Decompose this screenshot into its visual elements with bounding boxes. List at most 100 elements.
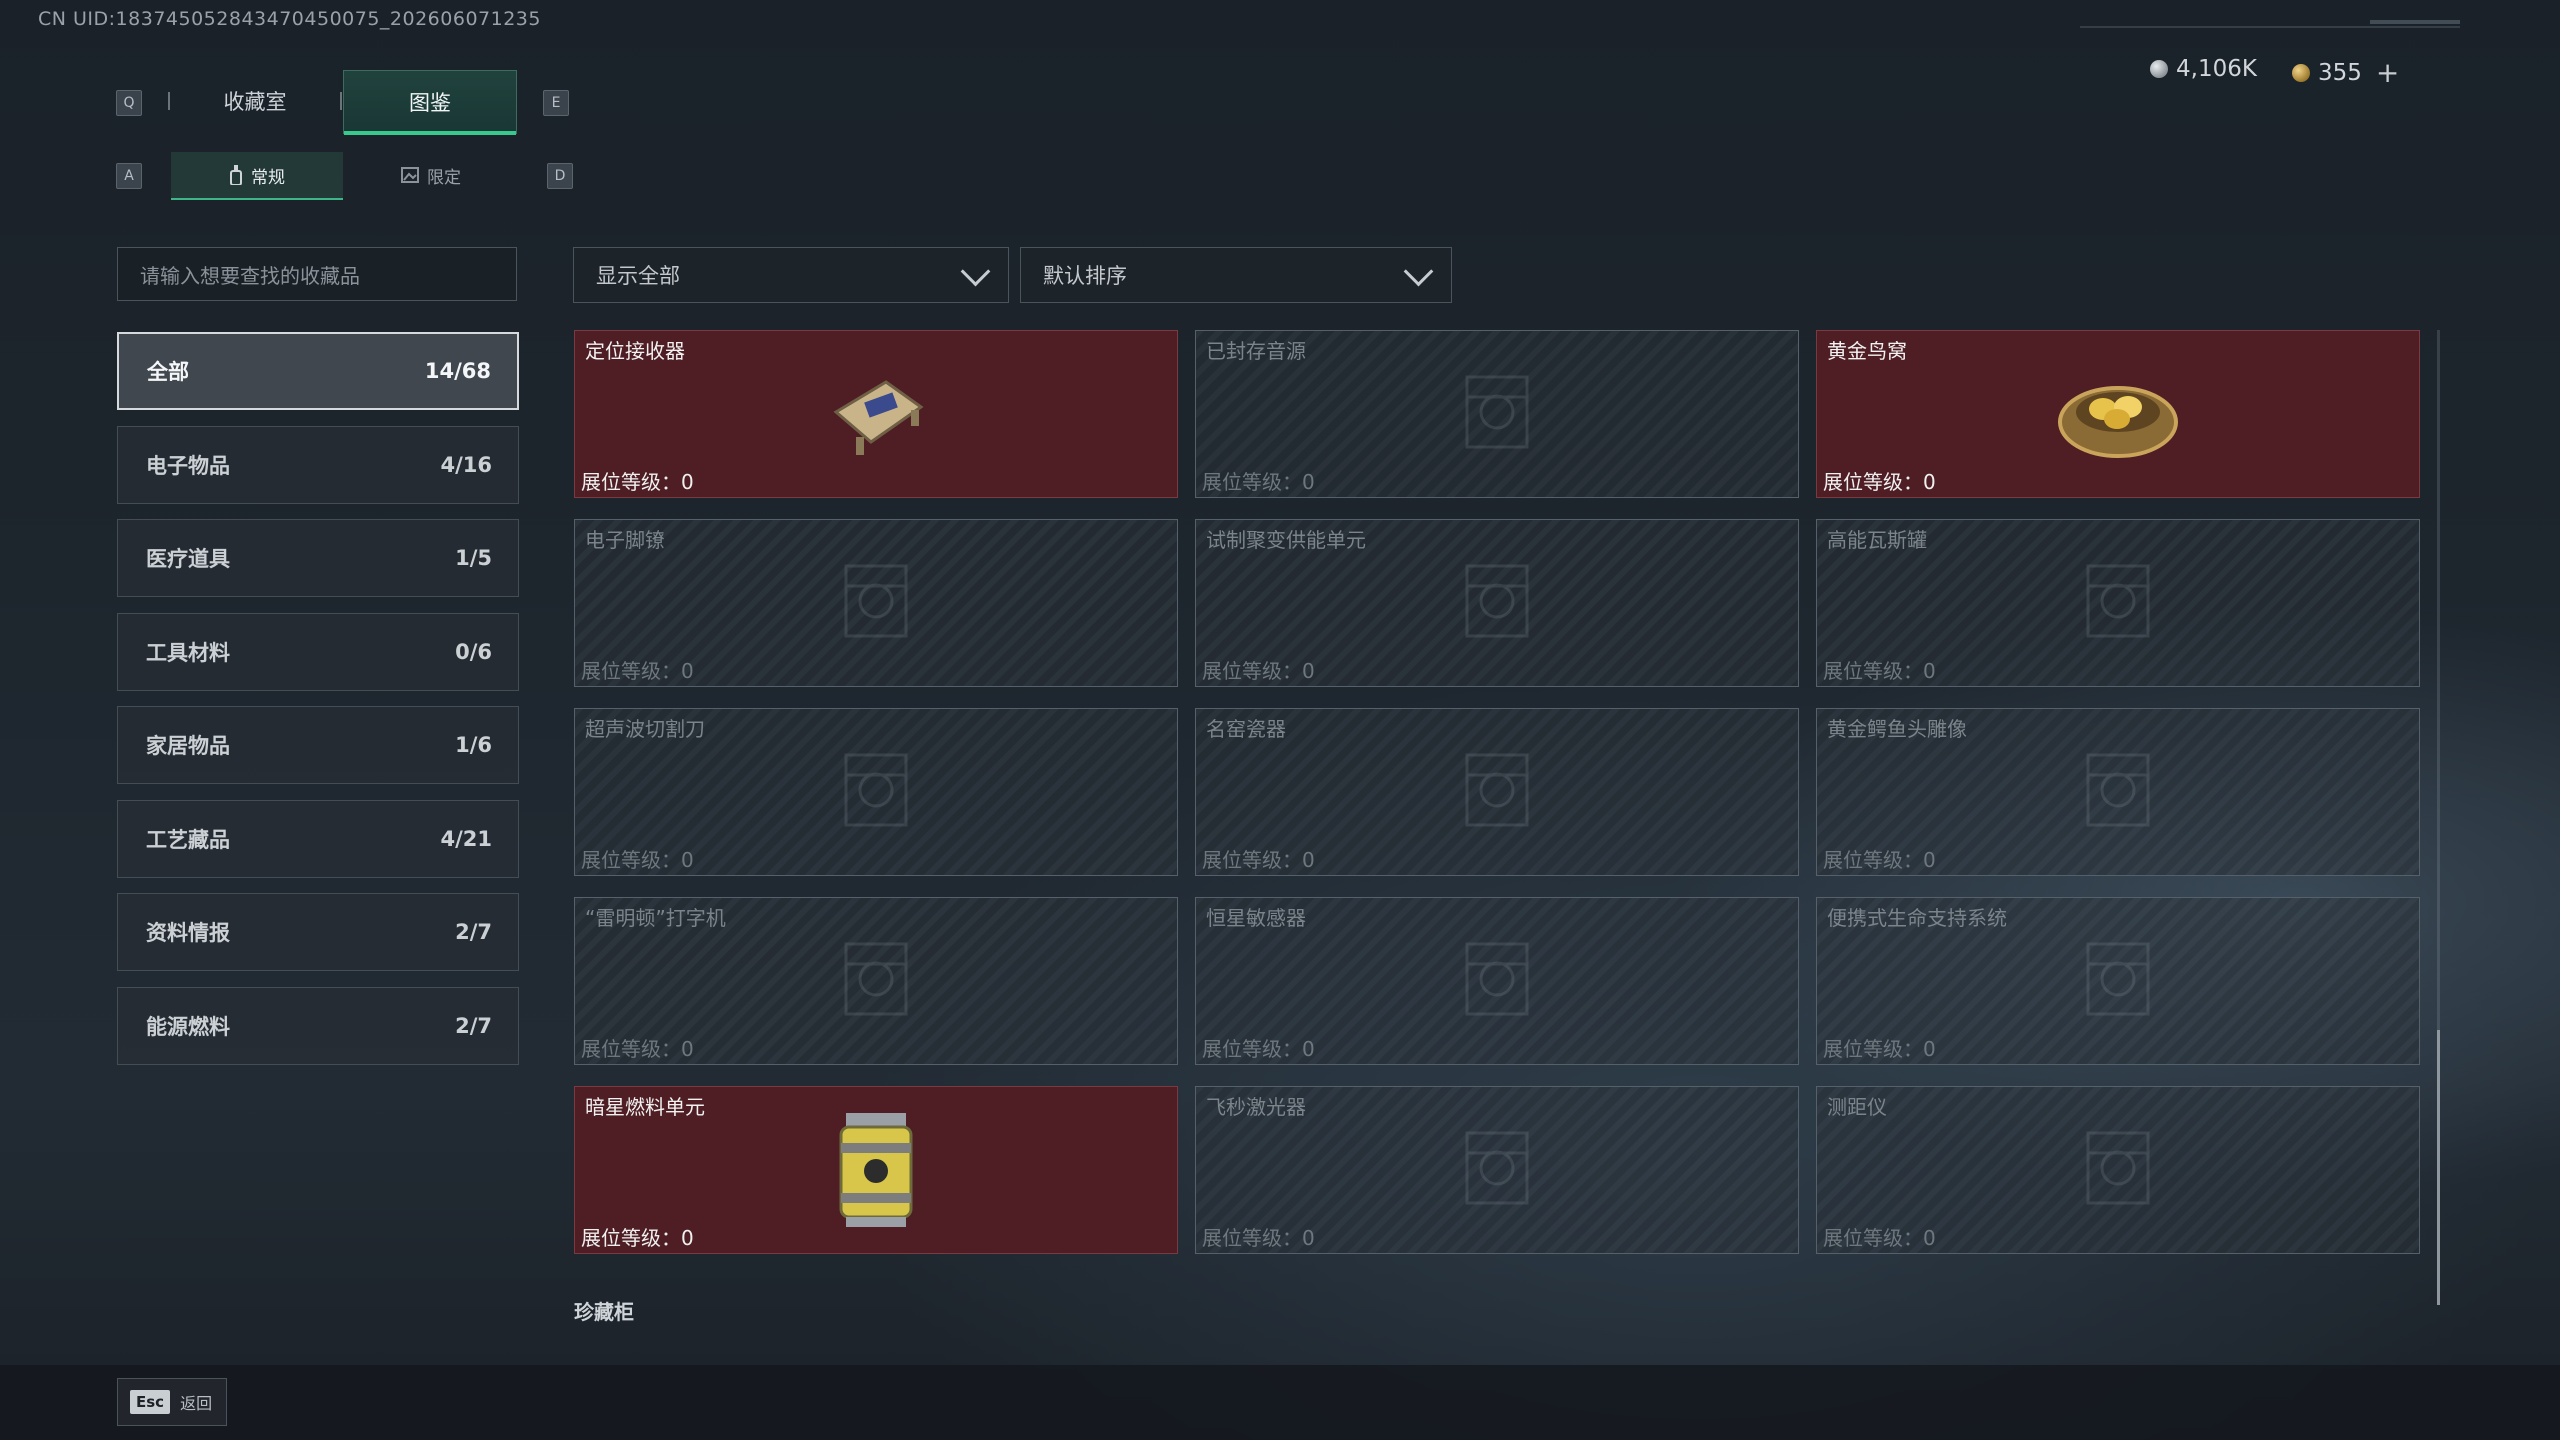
card-level: 展位等级：0 (1823, 659, 1936, 683)
card-name: 恒星敏感器 (1206, 906, 1306, 930)
category-count: 4/16 (440, 452, 492, 477)
subtab-regular-label: 常规 (251, 167, 285, 188)
category-label: 工艺藏品 (146, 827, 230, 852)
star-sensor-icon (1442, 924, 1552, 1038)
bottom-bar (0, 1365, 2560, 1440)
category-label: 工具材料 (146, 640, 230, 665)
crocodile-statue-icon (2063, 735, 2173, 849)
next-section-label: 珍藏柜 (574, 1300, 634, 1324)
collection-card[interactable]: 飞秒激光器 展位等级：0 (1195, 1086, 1799, 1254)
subtab-regular[interactable]: 常规 (171, 152, 343, 200)
search-input[interactable]: 请输入想要查找的收藏品 (117, 247, 517, 301)
fuel-cell-icon (831, 1103, 921, 1237)
card-name: 黄金鸟窝 (1827, 339, 1907, 363)
silver-amount: 4,106K (2176, 56, 2257, 82)
card-level: 展位等级：0 (1202, 848, 1315, 872)
card-level: 展位等级：0 (1202, 1037, 1315, 1061)
esc-key-hint: Esc (130, 1390, 171, 1414)
category-item[interactable]: 工艺藏品 4/21 (117, 799, 519, 878)
category-count: 2/7 (455, 1013, 492, 1038)
collection-card[interactable]: 黄金鸟窝展位等级：0 (1816, 330, 2420, 498)
collection-card[interactable]: 测距仪 展位等级：0 (1816, 1086, 2420, 1254)
category-count: 0/6 (455, 639, 492, 664)
life-support-icon (2063, 924, 2173, 1038)
collection-card[interactable]: 暗星燃料单元 展位等级：0 (574, 1086, 1178, 1254)
gas-canister-icon (2063, 546, 2173, 660)
show-filter-dropdown[interactable]: 显示全部 (573, 247, 1009, 303)
category-count: 14/68 (424, 359, 491, 383)
add-currency-icon[interactable]: + (2376, 56, 2399, 89)
key-hint-q: Q (116, 90, 142, 116)
subtab-limited-label: 限定 (427, 167, 461, 188)
collection-card[interactable]: 恒星敏感器展位等级：0 (1195, 897, 1799, 1065)
golden-nest-icon (2053, 357, 2183, 471)
category-label: 资料情报 (146, 921, 230, 945)
header-decoration-accent (2370, 20, 2460, 24)
card-name: 定位接收器 (585, 339, 685, 363)
key-hint-e: E (543, 90, 569, 116)
fusion-unit-icon (1442, 546, 1552, 660)
card-level: 展位等级：0 (1823, 470, 1936, 494)
typewriter-icon (821, 924, 931, 1038)
card-name: 黄金鳄鱼头雕像 (1827, 717, 1967, 741)
sort-dropdown[interactable]: 默认排序 (1020, 247, 1452, 303)
category-item[interactable]: 家居物品 1/6 (117, 706, 519, 784)
collection-card[interactable]: 定位接收器展位等级：0 (574, 330, 1178, 498)
rangefinder-icon (2063, 1113, 2173, 1227)
gold-coin-icon (2292, 63, 2310, 82)
category-item[interactable]: 全部 14/68 (117, 332, 519, 410)
tab-catalog[interactable]: 图鉴 (343, 70, 517, 135)
subtab-limited[interactable]: 限定 (345, 152, 517, 198)
collection-card[interactable]: 已封存音源 展位等级：0 (1195, 330, 1799, 498)
chevron-down-icon (960, 256, 991, 286)
collection-card[interactable]: 试制聚变供能单元 展位等级：0 (1195, 519, 1799, 687)
collection-card[interactable]: 超声波切割刀 展位等级：0 (574, 708, 1178, 876)
collection-card[interactable]: 名窑瓷器 展位等级：0 (1195, 708, 1799, 876)
card-level: 展位等级：0 (581, 470, 694, 494)
card-level: 展位等级：0 (581, 659, 694, 683)
header-decoration-line (2080, 26, 2460, 28)
key-hint-d: D (547, 163, 573, 189)
collection-card[interactable]: 电子脚镣展位等级：0 (574, 519, 1178, 687)
category-item[interactable]: 资料情报 2/7 (117, 893, 519, 971)
card-name: 便携式生命支持系统 (1827, 906, 2007, 930)
category-item[interactable]: 电子物品 4/16 (117, 425, 519, 504)
scrollbar-thumb[interactable] (2437, 1030, 2440, 1305)
category-label: 医疗道具 (146, 547, 230, 571)
collection-card[interactable]: 黄金鳄鱼头雕像展位等级：0 (1816, 708, 2420, 876)
laser-icon (1442, 1113, 1552, 1227)
collection-card[interactable]: “雷明顿”打字机展位等级：0 (574, 897, 1178, 1065)
category-label: 全部 (147, 360, 189, 384)
gold-amount: 355 (2318, 59, 2362, 86)
card-level: 展位等级：0 (581, 848, 694, 872)
category-count: 1/5 (455, 546, 492, 570)
collection-card[interactable]: 高能瓦斯罐展位等级：0 (1816, 519, 2420, 687)
ankle-monitor-icon (821, 546, 931, 660)
card-name: 电子脚镣 (585, 528, 665, 552)
card-name: “雷明顿”打字机 (585, 906, 726, 930)
category-label: 家居物品 (146, 734, 230, 758)
card-name: 高能瓦斯罐 (1827, 528, 1927, 552)
card-level: 展位等级：0 (581, 1037, 694, 1061)
category-item[interactable]: 医疗道具 1/5 (117, 519, 519, 597)
user-uid: CN UID:18374505284347045​0075_2026060712… (38, 8, 541, 30)
collection-card[interactable]: 便携式生命支持系统 展位等级：0 (1816, 897, 2420, 1065)
card-level: 展位等级：0 (1823, 1226, 1936, 1250)
card-level: 展位等级：0 (1823, 848, 1936, 872)
back-label: 返回 (180, 1394, 213, 1413)
silver-coin-icon (2150, 60, 2168, 78)
porcelain-vase-icon (1442, 735, 1552, 849)
sound-source-icon (1442, 357, 1552, 471)
tab-collection-room[interactable]: 收藏室 (170, 70, 340, 132)
bottle-icon (230, 165, 242, 185)
show-filter-value: 显示全部 (596, 264, 680, 288)
category-label: 电子物品 (146, 453, 230, 478)
category-item[interactable]: 工具材料 0/6 (117, 612, 519, 691)
chevron-down-icon (1403, 256, 1434, 286)
category-count: 2/7 (455, 920, 492, 944)
gold-currency[interactable]: 355 + (2292, 56, 2399, 89)
back-button[interactable]: Esc 返回 (117, 1378, 227, 1426)
category-item[interactable]: 能源燃料 2/7 (117, 986, 519, 1065)
tab-separator (340, 92, 342, 110)
category-count: 4/21 (440, 826, 492, 851)
